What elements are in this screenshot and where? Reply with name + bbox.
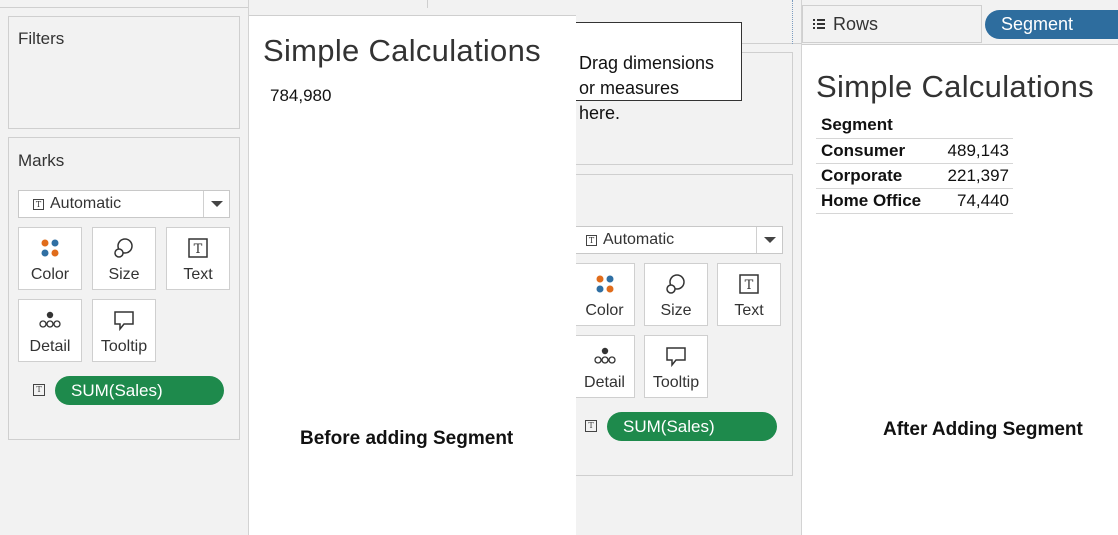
rows-shelf: Rows Segment (802, 0, 1118, 45)
size-button[interactable]: Size (92, 227, 156, 290)
drop-hint-tooltip: Drag dimensions or measures here. (576, 22, 742, 123)
sum-sales-label: SUM(Sales) (71, 380, 163, 400)
detail-icon (39, 311, 61, 328)
table-row[interactable]: Consumer 489,143 (816, 137, 1013, 163)
after-caption: After Adding Segment (883, 419, 1083, 440)
row-label: Corporate (816, 162, 938, 188)
table-row[interactable]: Corporate 221,397 (816, 162, 1013, 188)
rows-label: Rows (833, 13, 879, 34)
filters-card[interactable]: Filters (8, 16, 240, 129)
after-size-icon (666, 274, 685, 294)
tooltip-button[interactable]: Tooltip (92, 299, 156, 362)
after-mark-type-value: Automatic (603, 231, 675, 248)
after-color-icon (596, 275, 613, 293)
after-mark-type-dropdown[interactable]: T Automatic (576, 226, 783, 254)
row-value: 221,397 (938, 162, 1013, 188)
color-button[interactable]: Color (18, 227, 82, 290)
sum-sales-pill[interactable]: SUM(Sales) (55, 376, 224, 405)
text-button[interactable]: T Text (166, 227, 230, 290)
row-label: Home Office (816, 187, 938, 214)
after-text-label: Text (734, 302, 764, 319)
after-size-button[interactable]: Size (644, 263, 708, 326)
before-top-shelf (249, 0, 577, 16)
after-marks-card: T Automatic Color Size T Text Detail Too… (576, 174, 793, 476)
svg-text:T: T (194, 242, 203, 257)
after-text-encoding-icon: T (585, 420, 597, 432)
row-value: 489,143 (938, 137, 1013, 163)
color-icon (41, 239, 59, 257)
after-sum-sales-pill[interactable]: SUM(Sales) (607, 412, 777, 441)
after-color-button[interactable]: Color (576, 263, 635, 326)
rows-icon (813, 19, 825, 29)
after-view: Rows Segment Simple Calculations Segment… (801, 0, 1118, 535)
text-icon: T (188, 238, 208, 258)
tooltip-label: Tooltip (100, 338, 148, 355)
after-color-label: Color (585, 302, 624, 319)
table-row[interactable]: Home Office 74,440 (816, 187, 1013, 214)
before-sidebar: Filters Marks T Automatic Color Size T T… (0, 0, 248, 535)
segment-table: Segment Consumer 489,143 Corporate 221,3… (816, 113, 1013, 214)
segment-header: Segment (821, 115, 893, 135)
text-mark-icon: T (33, 198, 44, 210)
after-text-icon: T (739, 274, 759, 294)
top-shelf-strip (0, 0, 248, 8)
size-icon (114, 238, 133, 258)
after-tooltip-button[interactable]: Tooltip (644, 335, 708, 398)
chevron-down-icon[interactable] (203, 191, 229, 217)
rows-shelf-header: Rows (802, 5, 982, 43)
table-header-row: Segment (816, 113, 1013, 138)
after-text-button[interactable]: T Text (717, 263, 781, 326)
after-sheet-title: Simple Calculations (816, 69, 1094, 104)
detail-label: Detail (29, 338, 71, 355)
row-label: Consumer (816, 137, 938, 163)
after-size-label: Size (660, 302, 692, 319)
before-caption: Before adding Segment (300, 428, 514, 449)
after-text-mark-icon: T (586, 234, 597, 246)
size-label: Size (108, 266, 140, 283)
after-tooltip-label: Tooltip (652, 374, 700, 391)
mark-type-value: Automatic (50, 195, 122, 212)
marks-title: Marks (18, 151, 65, 170)
before-view: Simple Calculations 784,980 Before addin… (248, 0, 577, 535)
total-sales-value: 784,980 (270, 86, 332, 105)
text-label: Text (183, 266, 213, 283)
after-chevron-down-icon[interactable] (756, 227, 782, 253)
color-label: Color (30, 266, 70, 283)
after-detail-button[interactable]: Detail (576, 335, 635, 398)
marks-card: Marks T Automatic Color Size T Text Deta… (8, 137, 240, 440)
detail-button[interactable]: Detail (18, 299, 82, 362)
mark-type-dropdown[interactable]: T Automatic (18, 190, 230, 218)
after-detail-icon (593, 347, 616, 364)
after-sum-sales-label: SUM(Sales) (623, 416, 715, 436)
after-detail-label: Detail (584, 374, 625, 391)
after-tooltip-icon (666, 347, 686, 368)
segment-pill[interactable]: Segment (985, 10, 1118, 39)
after-sidebar: Drag dimensions or measures here. T Auto… (576, 0, 801, 535)
svg-text:T: T (745, 278, 754, 293)
row-value: 74,440 (938, 187, 1013, 214)
before-sheet-title: Simple Calculations (263, 33, 541, 68)
tooltip-icon (114, 311, 134, 332)
filters-title: Filters (18, 29, 65, 48)
text-encoding-icon: T (33, 384, 45, 396)
segment-pill-label: Segment (1001, 14, 1074, 34)
